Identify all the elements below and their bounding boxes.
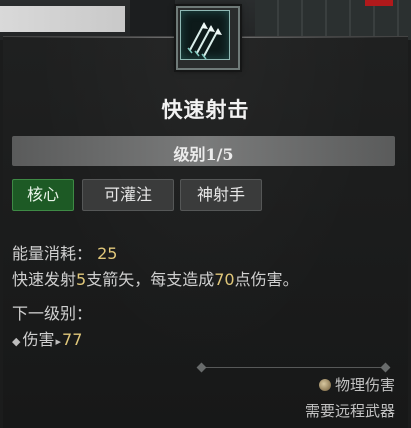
background-light-panel xyxy=(0,6,125,32)
weapon-requirement: 需要远程武器 xyxy=(304,402,395,420)
tag-core: 核心 xyxy=(12,179,74,211)
next-rank-label: 下一级别： xyxy=(12,304,93,323)
background-column xyxy=(130,0,175,40)
divider xyxy=(190,362,397,373)
skill-description: 快速发射5支箭矢，每支造成70点伤害。 xyxy=(12,266,299,290)
divider-diamond-icon xyxy=(196,362,207,373)
bullet-icon: ◆ xyxy=(12,335,21,348)
desc-text: 支箭矢，每支造成 xyxy=(86,270,215,289)
resource-label: 能量消耗： xyxy=(12,244,93,263)
desc-text: 点伤害。 xyxy=(234,270,299,289)
resource-value: 25 xyxy=(97,244,118,263)
divider-diamond-icon xyxy=(380,362,391,373)
desc-text: 快速发射 xyxy=(12,270,77,289)
next-rank-stat: ◆ 伤害▸77 xyxy=(12,326,82,350)
tag-marksman: 神射手 xyxy=(180,179,262,211)
rank-text: 级别1/5 xyxy=(12,141,395,165)
damage-value: 70 xyxy=(214,270,235,289)
skill-name: 快速射击 xyxy=(161,97,250,122)
damage-type: 物理伤害 xyxy=(318,374,395,395)
rank-label: 级别 xyxy=(173,145,206,164)
rank-value: 1/5 xyxy=(205,145,234,164)
damage-type-label: 物理伤害 xyxy=(334,376,395,394)
tag-enchantable: 可灌注 xyxy=(82,179,174,211)
rank-bar: 级别1/5 xyxy=(12,136,395,166)
resource-cost-line: 能量消耗： 25 xyxy=(12,240,117,264)
skill-icon-frame xyxy=(174,4,240,70)
next-stat-value: 77 xyxy=(62,330,83,349)
fist-icon xyxy=(318,379,331,391)
background-wall xyxy=(255,0,411,40)
arrow-right-icon: ▸ xyxy=(55,335,62,348)
arrow-count: 5 xyxy=(76,270,87,289)
background-health-indicator xyxy=(365,0,393,6)
triple-arrow-icon xyxy=(187,22,222,60)
next-stat-label: 伤害 xyxy=(22,330,55,349)
